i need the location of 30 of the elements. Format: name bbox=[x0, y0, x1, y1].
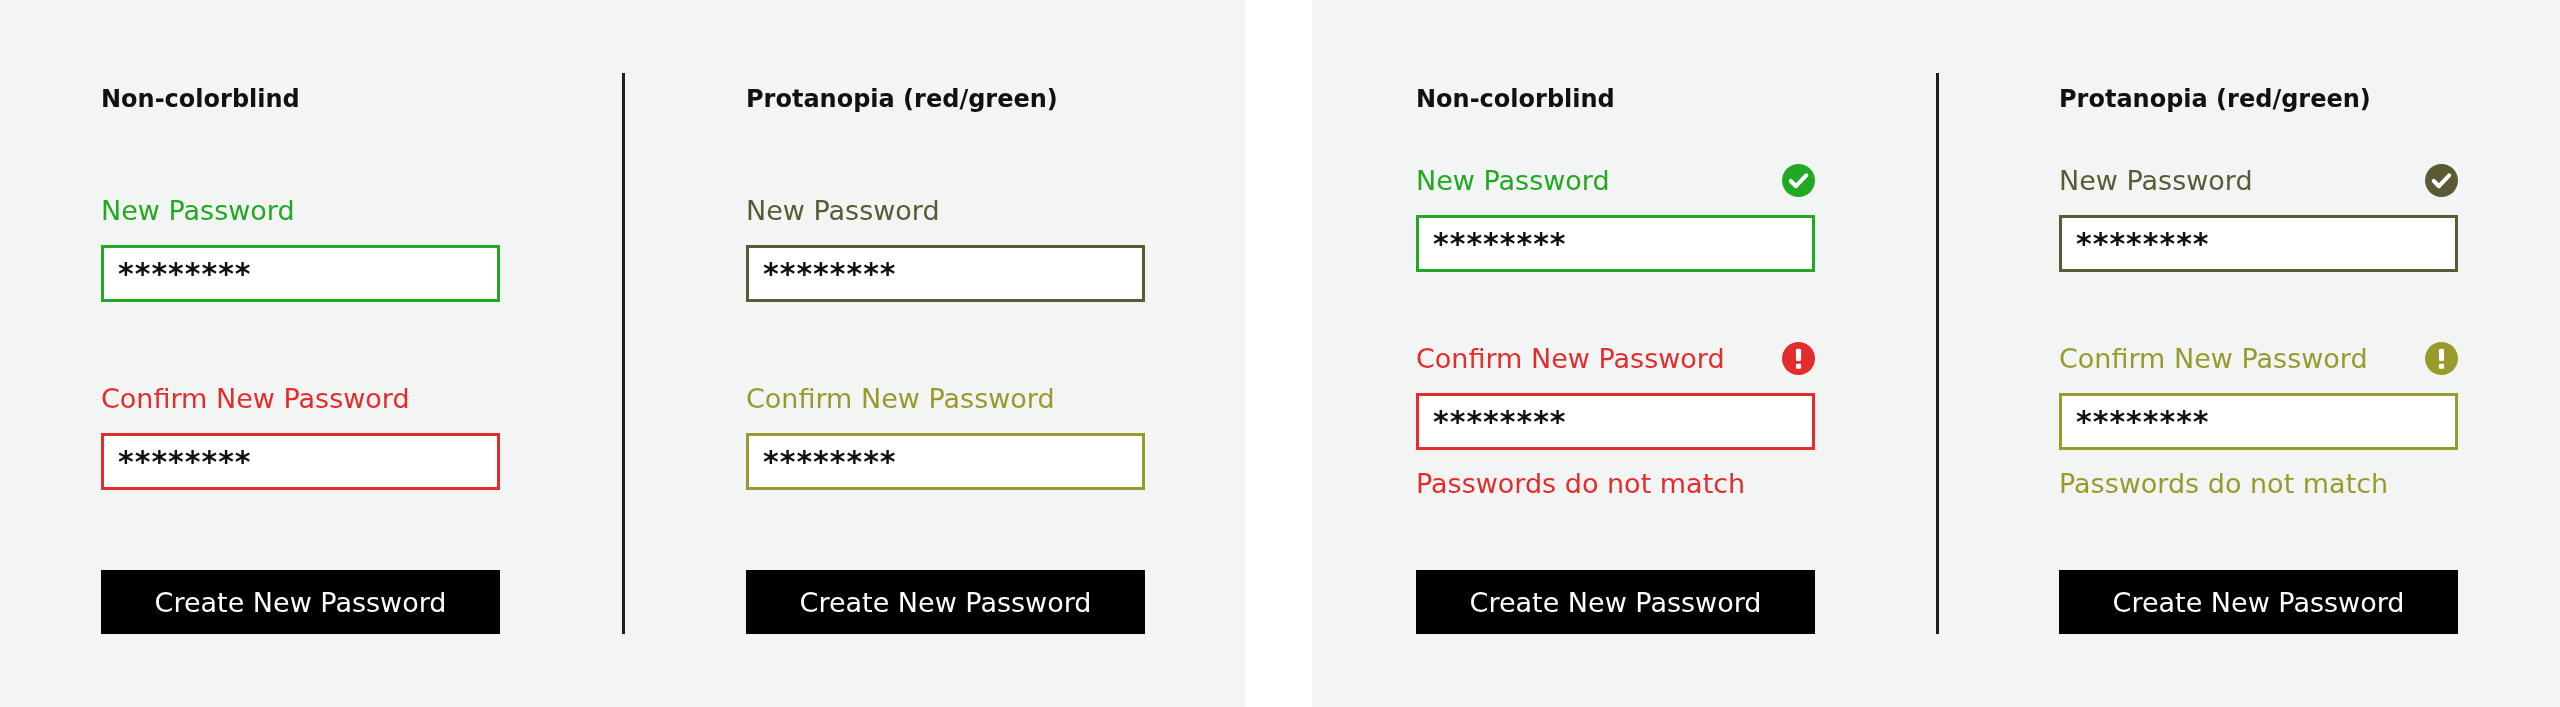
create-password-button[interactable]: Create New Password bbox=[101, 570, 500, 634]
password-field[interactable]: ******** bbox=[2059, 393, 2458, 450]
field-label: New Password bbox=[2059, 164, 2253, 197]
field-label: Confirm New Password bbox=[746, 382, 1055, 415]
field-label: Confirm New Password bbox=[2059, 342, 2368, 375]
create-password-button[interactable]: Create New Password bbox=[746, 570, 1145, 634]
create-password-button[interactable]: Create New Password bbox=[1416, 570, 1815, 634]
create-password-button[interactable]: Create New Password bbox=[2059, 570, 2458, 634]
check-circle-icon bbox=[1782, 164, 1815, 197]
error-message: Passwords do not match bbox=[1416, 468, 1747, 500]
field-label: New Password bbox=[1416, 164, 1610, 197]
exclamation-circle-icon bbox=[1782, 342, 1815, 375]
column-heading: Non-colorblind bbox=[1416, 85, 1616, 114]
password-field[interactable]: ******** bbox=[101, 433, 500, 490]
field-label: New Password bbox=[101, 194, 295, 227]
password-field[interactable]: ******** bbox=[1416, 215, 1815, 272]
field-label: Confirm New Password bbox=[101, 382, 410, 415]
column-heading: Non-colorblind bbox=[101, 85, 301, 114]
password-field[interactable]: ******** bbox=[2059, 215, 2458, 272]
column-heading: Protanopia (red/green) bbox=[2059, 85, 2372, 114]
field-label: New Password bbox=[746, 194, 940, 227]
exclamation-circle-icon bbox=[2425, 342, 2458, 375]
password-field[interactable]: ******** bbox=[1416, 393, 1815, 450]
password-field[interactable]: ******** bbox=[746, 245, 1145, 302]
check-circle-icon bbox=[2425, 164, 2458, 197]
password-field[interactable]: ******** bbox=[746, 433, 1145, 490]
password-field[interactable]: ******** bbox=[101, 245, 500, 302]
error-message: Passwords do not match bbox=[2059, 468, 2390, 500]
column-heading: Protanopia (red/green) bbox=[746, 85, 1059, 114]
field-label: Confirm New Password bbox=[1416, 342, 1725, 375]
